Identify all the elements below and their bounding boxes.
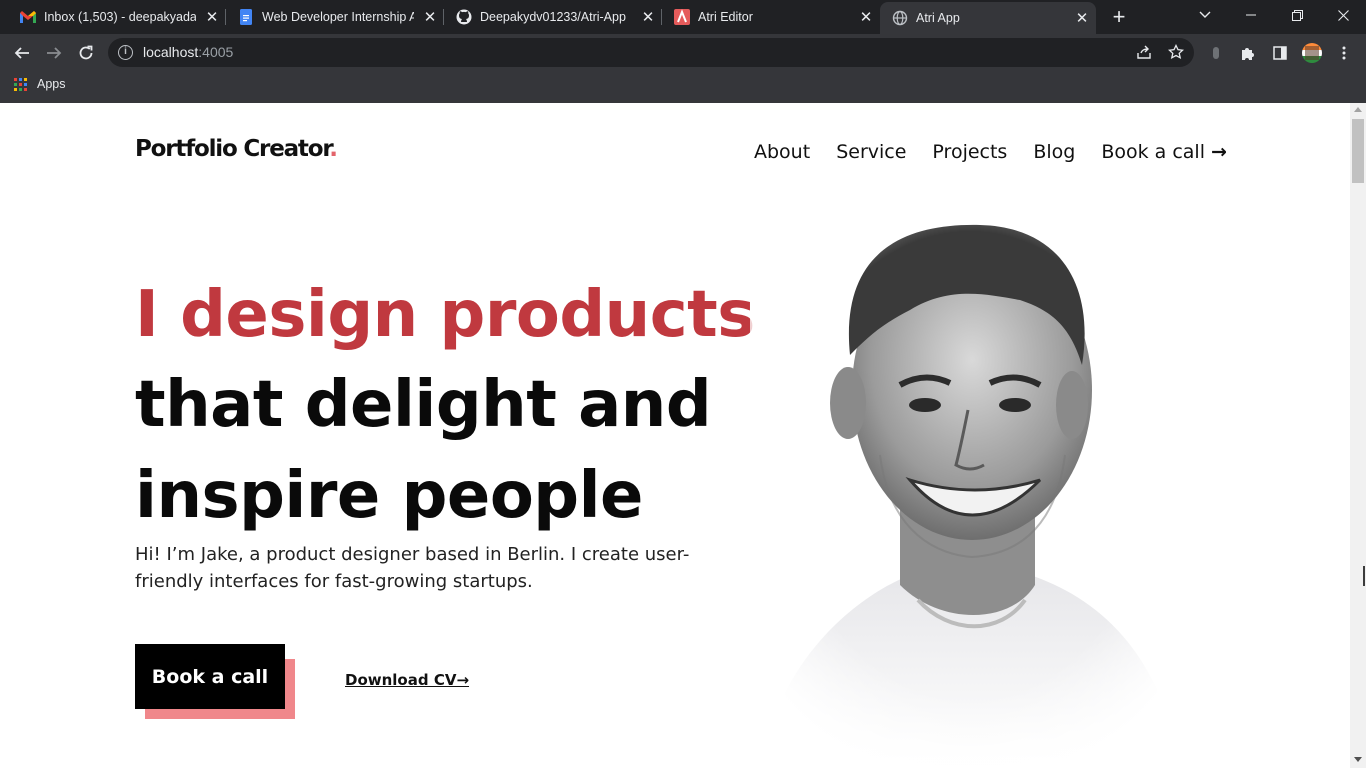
site-info-icon[interactable]: i bbox=[118, 45, 133, 60]
tab-github[interactable]: Deepakydv01233/Atri-App ✕ bbox=[444, 0, 662, 34]
portrait-photo bbox=[750, 215, 1190, 768]
nav-book-call-label: Book a call bbox=[1101, 141, 1205, 163]
download-cv-link[interactable]: Download CV→ bbox=[345, 671, 469, 689]
atri-icon bbox=[674, 9, 690, 25]
bookmark-star-icon[interactable] bbox=[1167, 43, 1185, 62]
tab-inbox[interactable]: Inbox (1,503) - deepakyadav0 ✕ bbox=[0, 0, 226, 34]
side-panel-icon[interactable] bbox=[1270, 43, 1290, 63]
tab-title: Atri Editor bbox=[698, 10, 753, 24]
page-scrollbar[interactable] bbox=[1350, 103, 1366, 768]
restore-icon[interactable] bbox=[1274, 0, 1320, 30]
arrow-right-icon: → bbox=[1210, 141, 1227, 163]
tab-title: Deepakydv01233/Atri-App bbox=[480, 10, 626, 24]
nav-projects[interactable]: Projects bbox=[932, 141, 1007, 163]
tab-internship-doc[interactable]: Web Developer Internship As ✕ bbox=[226, 0, 444, 34]
nav-service[interactable]: Service bbox=[836, 141, 906, 163]
forward-icon[interactable] bbox=[41, 40, 67, 66]
site-logo[interactable]: Portfolio Creator. bbox=[135, 136, 338, 162]
tab-search-icon[interactable] bbox=[1182, 0, 1228, 30]
back-icon[interactable] bbox=[9, 40, 35, 66]
menu-kebab-icon[interactable] bbox=[1334, 43, 1354, 63]
bookmark-apps[interactable]: Apps bbox=[14, 77, 66, 91]
nav-about[interactable]: About bbox=[754, 141, 810, 163]
tab-title: Atri App bbox=[916, 11, 960, 25]
book-call-button[interactable]: Book a call bbox=[135, 644, 285, 709]
close-tab-icon[interactable]: ✕ bbox=[640, 9, 656, 26]
close-window-icon[interactable] bbox=[1320, 0, 1366, 30]
globe-icon bbox=[892, 10, 908, 26]
tab-atri-app[interactable]: Atri App ✕ bbox=[880, 2, 1096, 34]
apps-label: Apps bbox=[37, 77, 66, 91]
hero-headline-line-3: inspire people bbox=[135, 459, 643, 533]
tab-title: Inbox (1,503) - deepakyadav0 bbox=[44, 10, 196, 24]
url-text: localhost:4005 bbox=[143, 44, 234, 60]
docs-icon bbox=[238, 9, 254, 25]
text-cursor-icon bbox=[1363, 566, 1365, 586]
nav-blog[interactable]: Blog bbox=[1033, 141, 1075, 163]
address-bar[interactable]: i localhost:4005 bbox=[108, 38, 1194, 67]
share-icon[interactable] bbox=[1135, 44, 1153, 62]
new-tab-button[interactable]: + bbox=[1106, 5, 1132, 31]
tab-atri-editor[interactable]: Atri Editor ✕ bbox=[662, 0, 880, 34]
reload-icon[interactable] bbox=[73, 40, 99, 66]
tab-title: Web Developer Internship As bbox=[262, 10, 414, 24]
tab-strip: Inbox (1,503) - deepakyadav0 ✕ Web Devel… bbox=[0, 0, 1366, 34]
github-icon bbox=[456, 9, 472, 25]
hero-headline-line-2: that delight and bbox=[135, 368, 712, 442]
puzzle-icon[interactable] bbox=[1238, 43, 1258, 63]
scroll-up-arrow-icon[interactable] bbox=[1354, 107, 1362, 112]
bookmarks-bar: Apps bbox=[0, 71, 1366, 103]
extension-icon[interactable] bbox=[1206, 43, 1226, 63]
browser-toolbar: i localhost:4005 bbox=[0, 34, 1366, 71]
scroll-down-arrow-icon[interactable] bbox=[1354, 757, 1362, 762]
hero-headline-line-1: I design products bbox=[135, 278, 755, 352]
page-viewport: Portfolio Creator. About Service Project… bbox=[0, 103, 1350, 768]
intro-text: Hi! I’m Jake, a product designer based i… bbox=[135, 544, 690, 592]
nav-book-call[interactable]: Book a call → bbox=[1101, 141, 1227, 163]
scrollbar-thumb[interactable] bbox=[1352, 119, 1364, 183]
close-tab-icon[interactable]: ✕ bbox=[1074, 10, 1090, 27]
gmail-icon bbox=[20, 9, 36, 25]
profile-avatar-icon[interactable] bbox=[1302, 43, 1322, 63]
close-tab-icon[interactable]: ✕ bbox=[858, 9, 874, 26]
main-nav: About Service Projects Blog Book a call → bbox=[754, 139, 1227, 165]
minimize-icon[interactable] bbox=[1228, 0, 1274, 30]
close-tab-icon[interactable]: ✕ bbox=[422, 9, 438, 26]
close-tab-icon[interactable]: ✕ bbox=[204, 9, 220, 26]
apps-grid-icon bbox=[14, 77, 27, 91]
